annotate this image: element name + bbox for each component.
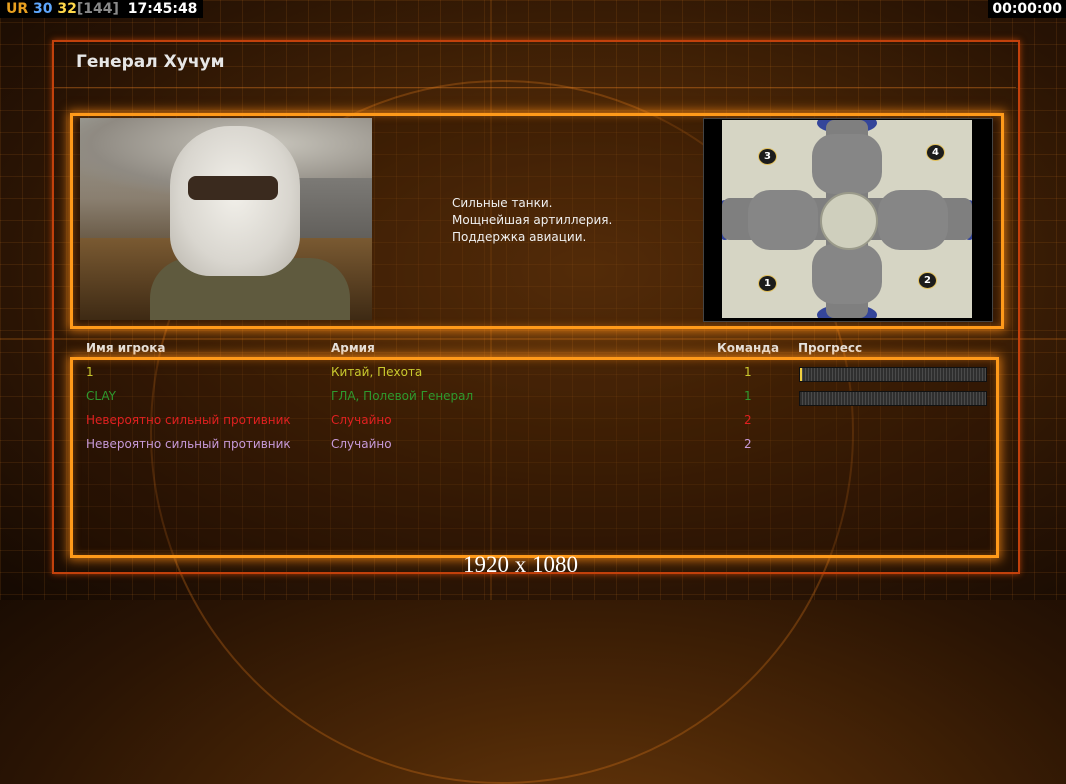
column-header-progress: Прогресс	[798, 341, 863, 355]
general-portrait	[80, 118, 372, 320]
general-title: Генерал Хучум	[76, 52, 225, 72]
general-description: Сильные танки. Мощнейшая артиллерия. Под…	[452, 195, 612, 246]
spawn-marker: 2	[918, 272, 937, 289]
player-team: 2	[744, 413, 752, 427]
player-army: Случайно	[331, 437, 392, 451]
hud-ur-label: UR	[6, 1, 29, 17]
spawn-marker: 4	[926, 144, 945, 161]
map-preview[interactable]: 3 4 1 2	[722, 120, 972, 318]
column-header-army: Армия	[331, 341, 375, 355]
player-name: Невероятно сильный противник	[86, 413, 291, 427]
player-army: ГЛА, Полевой Генерал	[331, 389, 474, 403]
player-army: Случайно	[331, 413, 392, 427]
progress-bar-fill	[800, 368, 802, 381]
column-header-team: Команда	[717, 341, 780, 355]
hud-clock: 17:45:48	[127, 1, 198, 17]
player-team: 2	[744, 437, 752, 451]
hud-stats: UR 30 32[144] 17:45:48	[0, 0, 204, 18]
description-line: Поддержка авиации.	[452, 230, 587, 244]
player-name: 1	[86, 365, 94, 379]
hud-timer: 00:00:00	[988, 0, 1066, 18]
player-team: 1	[744, 389, 752, 403]
spawn-marker: 3	[758, 148, 777, 165]
spawn-marker: 1	[758, 275, 777, 292]
player-row[interactable]: 1 Китай, Пехота 1	[0, 365, 1066, 385]
title-divider	[54, 87, 1016, 88]
player-row[interactable]: Невероятно сильный противник Случайно 2	[0, 413, 1066, 433]
players-panel	[70, 357, 999, 558]
hud-stat-2: 32	[57, 1, 77, 17]
hud-stat-3: [144]	[76, 1, 119, 17]
resolution-label: 1920 x 1080	[463, 552, 578, 577]
progress-bar	[799, 367, 987, 382]
column-header-player: Имя игрока	[86, 341, 166, 355]
player-name: CLAY	[86, 389, 116, 403]
description-line: Сильные танки.	[452, 196, 553, 210]
description-line: Мощнейшая артиллерия.	[452, 213, 613, 227]
player-row[interactable]: Невероятно сильный противник Случайно 2	[0, 437, 1066, 457]
player-row[interactable]: CLAY ГЛА, Полевой Генерал 1	[0, 389, 1066, 409]
player-name: Невероятно сильный противник	[86, 437, 291, 451]
hud-stat-1: 30	[33, 1, 53, 17]
player-team: 1	[744, 365, 752, 379]
player-army: Китай, Пехота	[331, 365, 423, 379]
progress-bar	[799, 391, 987, 406]
